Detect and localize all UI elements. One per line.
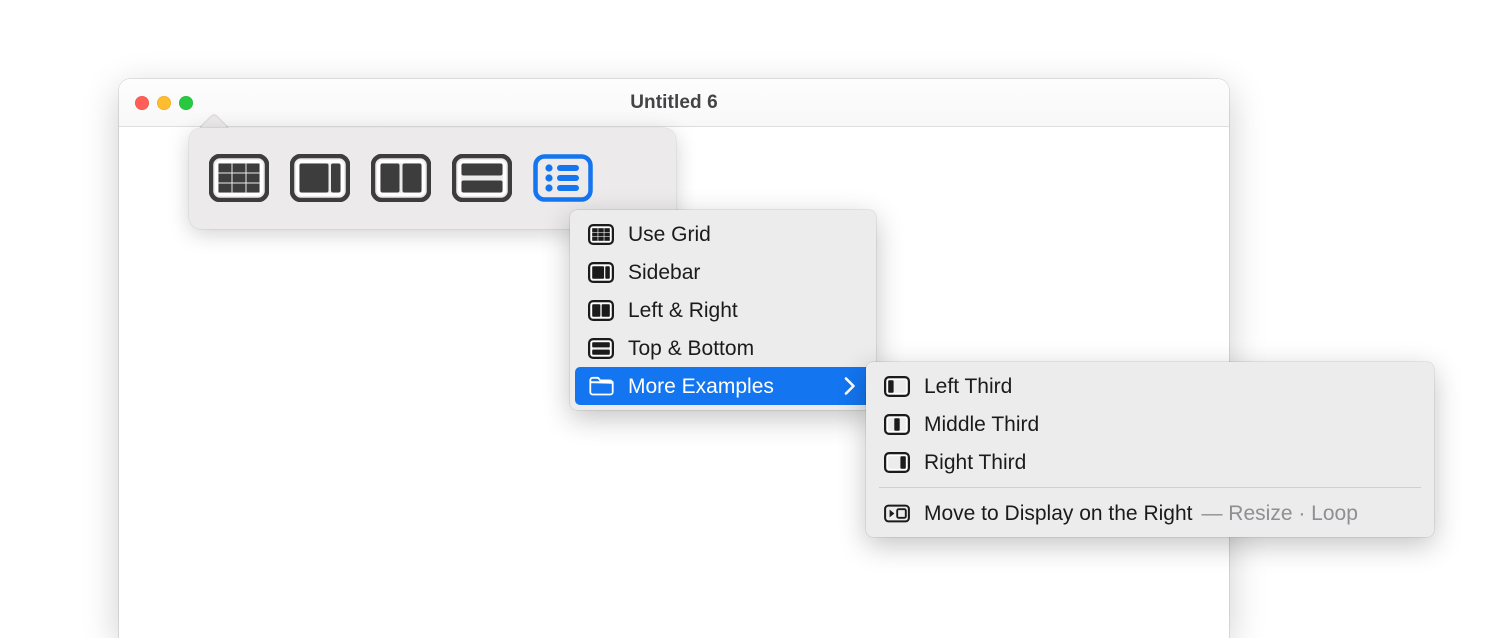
segment-sidebar[interactable]: [288, 150, 352, 205]
left-right-layout-icon: [371, 153, 431, 202]
segment-left-right[interactable]: [369, 150, 433, 205]
menu-item-label: Use Grid: [628, 222, 711, 246]
segment-list-view[interactable]: [531, 150, 595, 205]
chevron-right-icon: [844, 377, 856, 396]
menu-item-use-grid[interactable]: Use Grid: [575, 215, 871, 253]
top-bottom-layout-icon: [588, 335, 614, 361]
list-view-icon: [533, 153, 593, 202]
menu-item-shortcut-hint: — Resize · Loop: [1201, 501, 1358, 525]
more-examples-submenu: Left Third Middle Third Right Third Move…: [866, 362, 1434, 537]
layout-menu: Use Grid Sidebar Left & Right Top & Bott…: [570, 210, 876, 410]
window-title: Untitled 6: [630, 92, 718, 113]
move-to-display-right-icon: [884, 500, 910, 526]
menu-item-sidebar[interactable]: Sidebar: [575, 253, 871, 291]
menu-item-right-third[interactable]: Right Third: [871, 443, 1429, 481]
menu-item-left-right[interactable]: Left & Right: [575, 291, 871, 329]
top-bottom-layout-icon: [452, 153, 512, 202]
left-right-layout-icon: [588, 297, 614, 323]
menu-item-label: Top & Bottom: [628, 336, 755, 360]
layout-segmented-control[interactable]: [207, 150, 595, 205]
menu-item-label: Right Third: [924, 450, 1027, 474]
grid-layout-icon: [209, 153, 269, 202]
left-third-icon: [884, 373, 910, 399]
menu-item-more-examples[interactable]: More Examples: [575, 367, 871, 405]
menu-item-label: Left & Right: [628, 298, 738, 322]
menu-item-top-bottom[interactable]: Top & Bottom: [575, 329, 871, 367]
menu-item-left-third[interactable]: Left Third: [871, 367, 1429, 405]
menu-item-middle-third[interactable]: Middle Third: [871, 405, 1429, 443]
right-third-icon: [884, 449, 910, 475]
sidebar-layout-icon: [588, 259, 614, 285]
menu-item-label: Middle Third: [924, 412, 1040, 436]
screen-root: Untitled 6 Use Grid Sidebar Left & Right…: [0, 0, 1500, 638]
middle-third-icon: [884, 411, 910, 437]
window-titlebar: Untitled 6: [119, 79, 1229, 127]
menu-item-label: Move to Display on the Right: [924, 501, 1193, 525]
segment-use-grid[interactable]: [207, 150, 271, 205]
folder-icon: [588, 373, 614, 399]
menu-item-label: More Examples: [628, 374, 774, 398]
sidebar-layout-icon: [290, 153, 350, 202]
segment-top-bottom[interactable]: [450, 150, 514, 205]
grid-layout-icon: [588, 221, 614, 247]
menu-item-label: Sidebar: [628, 260, 701, 284]
menu-separator: [879, 487, 1421, 488]
menu-item-label: Left Third: [924, 374, 1013, 398]
menu-item-move-to-display-right[interactable]: Move to Display on the Right — Resize · …: [871, 494, 1429, 532]
